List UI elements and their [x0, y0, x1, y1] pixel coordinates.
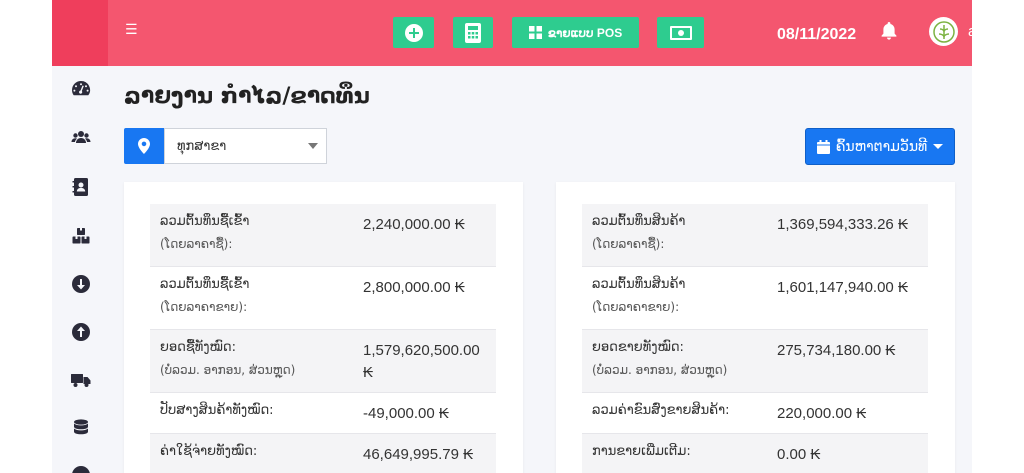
table-row: ລວມຕົ້ນທຶນຊື້ເຂົ້າ (ໂດຍລາຄາຊື້): 2,240,0… [150, 204, 496, 266]
branch-select[interactable]: ທຸກສາຂາ [124, 128, 327, 164]
app-frame: ☰ ຂາຍແບບ POS 08/11/2022 admin [52, 0, 972, 473]
sidebar [52, 66, 108, 473]
row-value: 2,240,000.00 ₭ [363, 216, 465, 233]
add-button[interactable] [393, 17, 434, 48]
sidebar-brand-area [52, 0, 108, 66]
row-label: ການຂາຍເພີ່ມເຕີມ: [592, 444, 691, 459]
contacts-icon[interactable] [70, 176, 92, 198]
row-label: ຍອດຂາຍທັງໝົດ: [592, 340, 684, 355]
row-sublabel: (ໂດຍລາຄາຂາຍ): [160, 300, 248, 314]
caret-down-icon [933, 144, 944, 149]
row-sublabel: (ໂດຍລາຄາຊື້): [592, 237, 665, 251]
bell-icon[interactable] [881, 22, 897, 44]
menu-toggle-icon[interactable]: ☰ [125, 22, 138, 38]
more-icon[interactable] [70, 464, 92, 473]
current-date: 08/11/2022 [777, 26, 857, 43]
row-sublabel: (ບໍ່ລວມ. ອາກອນ, ສ່ວນຫຼຸດ) [160, 363, 296, 377]
arrow-up-circle-icon[interactable] [70, 321, 92, 343]
row-sublabel: (ບໍ່ລວມ. ອາກອນ, ສ່ວນຫຼຸດ) [592, 363, 728, 377]
avatar[interactable] [929, 17, 958, 46]
row-sublabel: (ໂດຍລາຄາຂາຍ): [592, 300, 680, 314]
chevron-down-icon [308, 143, 318, 149]
money-bill-icon [669, 25, 692, 40]
date-filter-button[interactable]: ຄົ້ນຫາຕາມວັນທີ [805, 128, 955, 165]
logo-icon [932, 20, 955, 43]
row-label: ຍອດຊື້ທັງໝົດ: [160, 340, 236, 355]
row-label: ຄ່າໃຊ້ຈ່າຍທັງໝົດ: [160, 444, 258, 459]
row-value: 220,000.00 ₭ [777, 405, 867, 422]
row-value: 275,734,180.00 ₭ [777, 342, 896, 359]
row-label: ລວມຕົ້ນທຶນສິນຄ້າ [592, 214, 686, 229]
row-sublabel: (ໂດຍລາຄາຊື້): [160, 237, 233, 251]
boxes-icon[interactable] [70, 225, 92, 247]
row-label: ລວມຄ່າຂົນສົ່ງຂາຍສິນຄ້າ: [592, 403, 730, 418]
branch-select-field[interactable]: ທຸກສາຂາ [164, 128, 327, 164]
plus-circle-icon [404, 23, 423, 42]
row-label: ລວມຕົ້ນທຶນຊື້ເຂົ້າ [160, 214, 250, 229]
table-row: ປັບສາງສິນຄ້າທັງໝົດ: -49,000.00 ₭ [150, 393, 496, 433]
table-row: ລວມຕົ້ນທຶນສິນຄ້າ (ໂດຍລາຄາຂາຍ): 1,601,147… [582, 267, 928, 329]
row-label: ລວມຕົ້ນທຶນຊື້ເຂົ້າ [160, 277, 250, 292]
row-value: 0.00 ₭ [777, 446, 821, 463]
row-value: 1,601,147,940.00 ₭ [777, 279, 908, 296]
page-title: ລາຍງານ ກຳໄລ/ຂາດທຶນ [124, 84, 370, 109]
row-value: 1,579,620,500.00 ₭ [363, 342, 480, 381]
table-row: ລວມຕົ້ນທຶນຊື້ເຂົ້າ (ໂດຍລາຄາຂາຍ): 2,800,0… [150, 267, 496, 329]
arrow-down-circle-icon[interactable] [70, 273, 92, 295]
date-filter-label: ຄົ້ນຫາຕາມວັນທີ [835, 138, 928, 155]
database-icon[interactable] [70, 417, 92, 439]
dashboard-icon[interactable] [70, 78, 92, 100]
pos-button-label: ຂາຍແບບ POS [547, 25, 623, 40]
username[interactable]: admin [968, 23, 972, 40]
table-row: ລວມຄ່າຂົນສົ່ງຂາຍສິນຄ້າ: 220,000.00 ₭ [582, 393, 928, 433]
truck-icon[interactable] [70, 369, 92, 391]
calculator-button[interactable] [453, 17, 493, 48]
grid-icon [528, 26, 542, 39]
row-value: 1,369,594,333.26 ₭ [777, 216, 908, 233]
top-navbar: ☰ ຂາຍແບບ POS 08/11/2022 admin [108, 0, 972, 66]
table-row: ຍອດຊື້ທັງໝົດ: (ບໍ່ລວມ. ອາກອນ, ສ່ວນຫຼຸດ) … [150, 330, 496, 392]
map-pin-icon [124, 128, 164, 164]
calculator-icon [465, 22, 481, 43]
pos-button[interactable]: ຂາຍແບບ POS [512, 17, 639, 48]
table-row: ລວມຕົ້ນທຶນສິນຄ້າ (ໂດຍລາຄາຊື້): 1,369,594… [582, 204, 928, 266]
row-label: ປັບສາງສິນຄ້າທັງໝົດ: [160, 403, 274, 418]
purchase-summary-card: ລວມຕົ້ນທຶນຊື້ເຂົ້າ (ໂດຍລາຄາຊື້): 2,240,0… [124, 182, 523, 473]
table-row: ຍອດຂາຍທັງໝົດ: (ບໍ່ລວມ. ອາກອນ, ສ່ວນຫຼຸດ) … [582, 330, 928, 392]
row-value: 46,649,995.79 ₭ [363, 446, 474, 463]
row-value: -49,000.00 ₭ [363, 405, 449, 422]
cash-button[interactable] [657, 17, 704, 48]
calendar-icon [816, 139, 830, 154]
row-value: 2,800,000.00 ₭ [363, 279, 465, 296]
table-row: ການຂາຍເພີ່ມເຕີມ: 0.00 ₭ [582, 434, 928, 473]
sales-summary-card: ລວມຕົ້ນທຶນສິນຄ້າ (ໂດຍລາຄາຊື້): 1,369,594… [556, 182, 955, 473]
users-icon[interactable] [70, 127, 92, 149]
table-row: ຄ່າໃຊ້ຈ່າຍທັງໝົດ: 46,649,995.79 ₭ [150, 434, 496, 473]
row-label: ລວມຕົ້ນທຶນສິນຄ້າ [592, 277, 686, 292]
branch-select-value: ທຸກສາຂາ [177, 138, 227, 154]
